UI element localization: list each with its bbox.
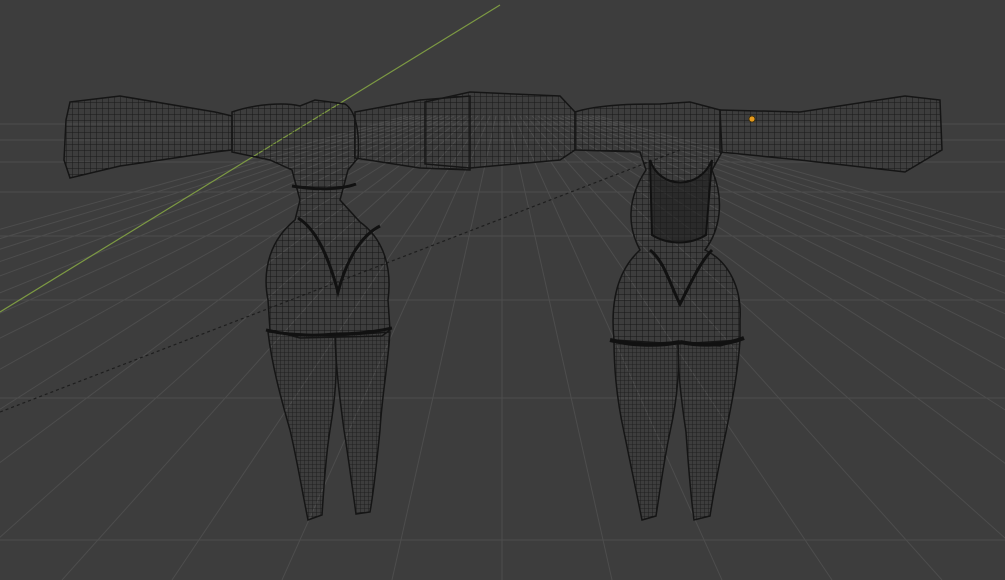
grid-line — [507, 115, 613, 580]
grid-line — [0, 115, 467, 464]
body-front-view[interactable] — [424, 91, 943, 521]
grid-line — [0, 115, 473, 538]
left-sleeve-front — [424, 91, 576, 169]
grid-line — [543, 115, 1005, 411]
grid-line — [531, 115, 1005, 539]
grid-line — [0, 115, 461, 410]
grid-line — [391, 115, 497, 580]
grid-line — [537, 115, 1005, 464]
right-sleeve — [719, 95, 943, 173]
floor-grid — [0, 115, 1005, 580]
viewport-canvas[interactable] — [0, 0, 1005, 580]
left-sleeve — [63, 95, 233, 179]
body-back-view[interactable] — [63, 95, 471, 521]
3d-viewport[interactable] — [0, 0, 1005, 580]
right-leg-back — [334, 331, 391, 515]
object-origin-icon[interactable] — [748, 115, 756, 123]
left-leg-back — [267, 331, 337, 521]
left-leg-front — [613, 339, 680, 521]
